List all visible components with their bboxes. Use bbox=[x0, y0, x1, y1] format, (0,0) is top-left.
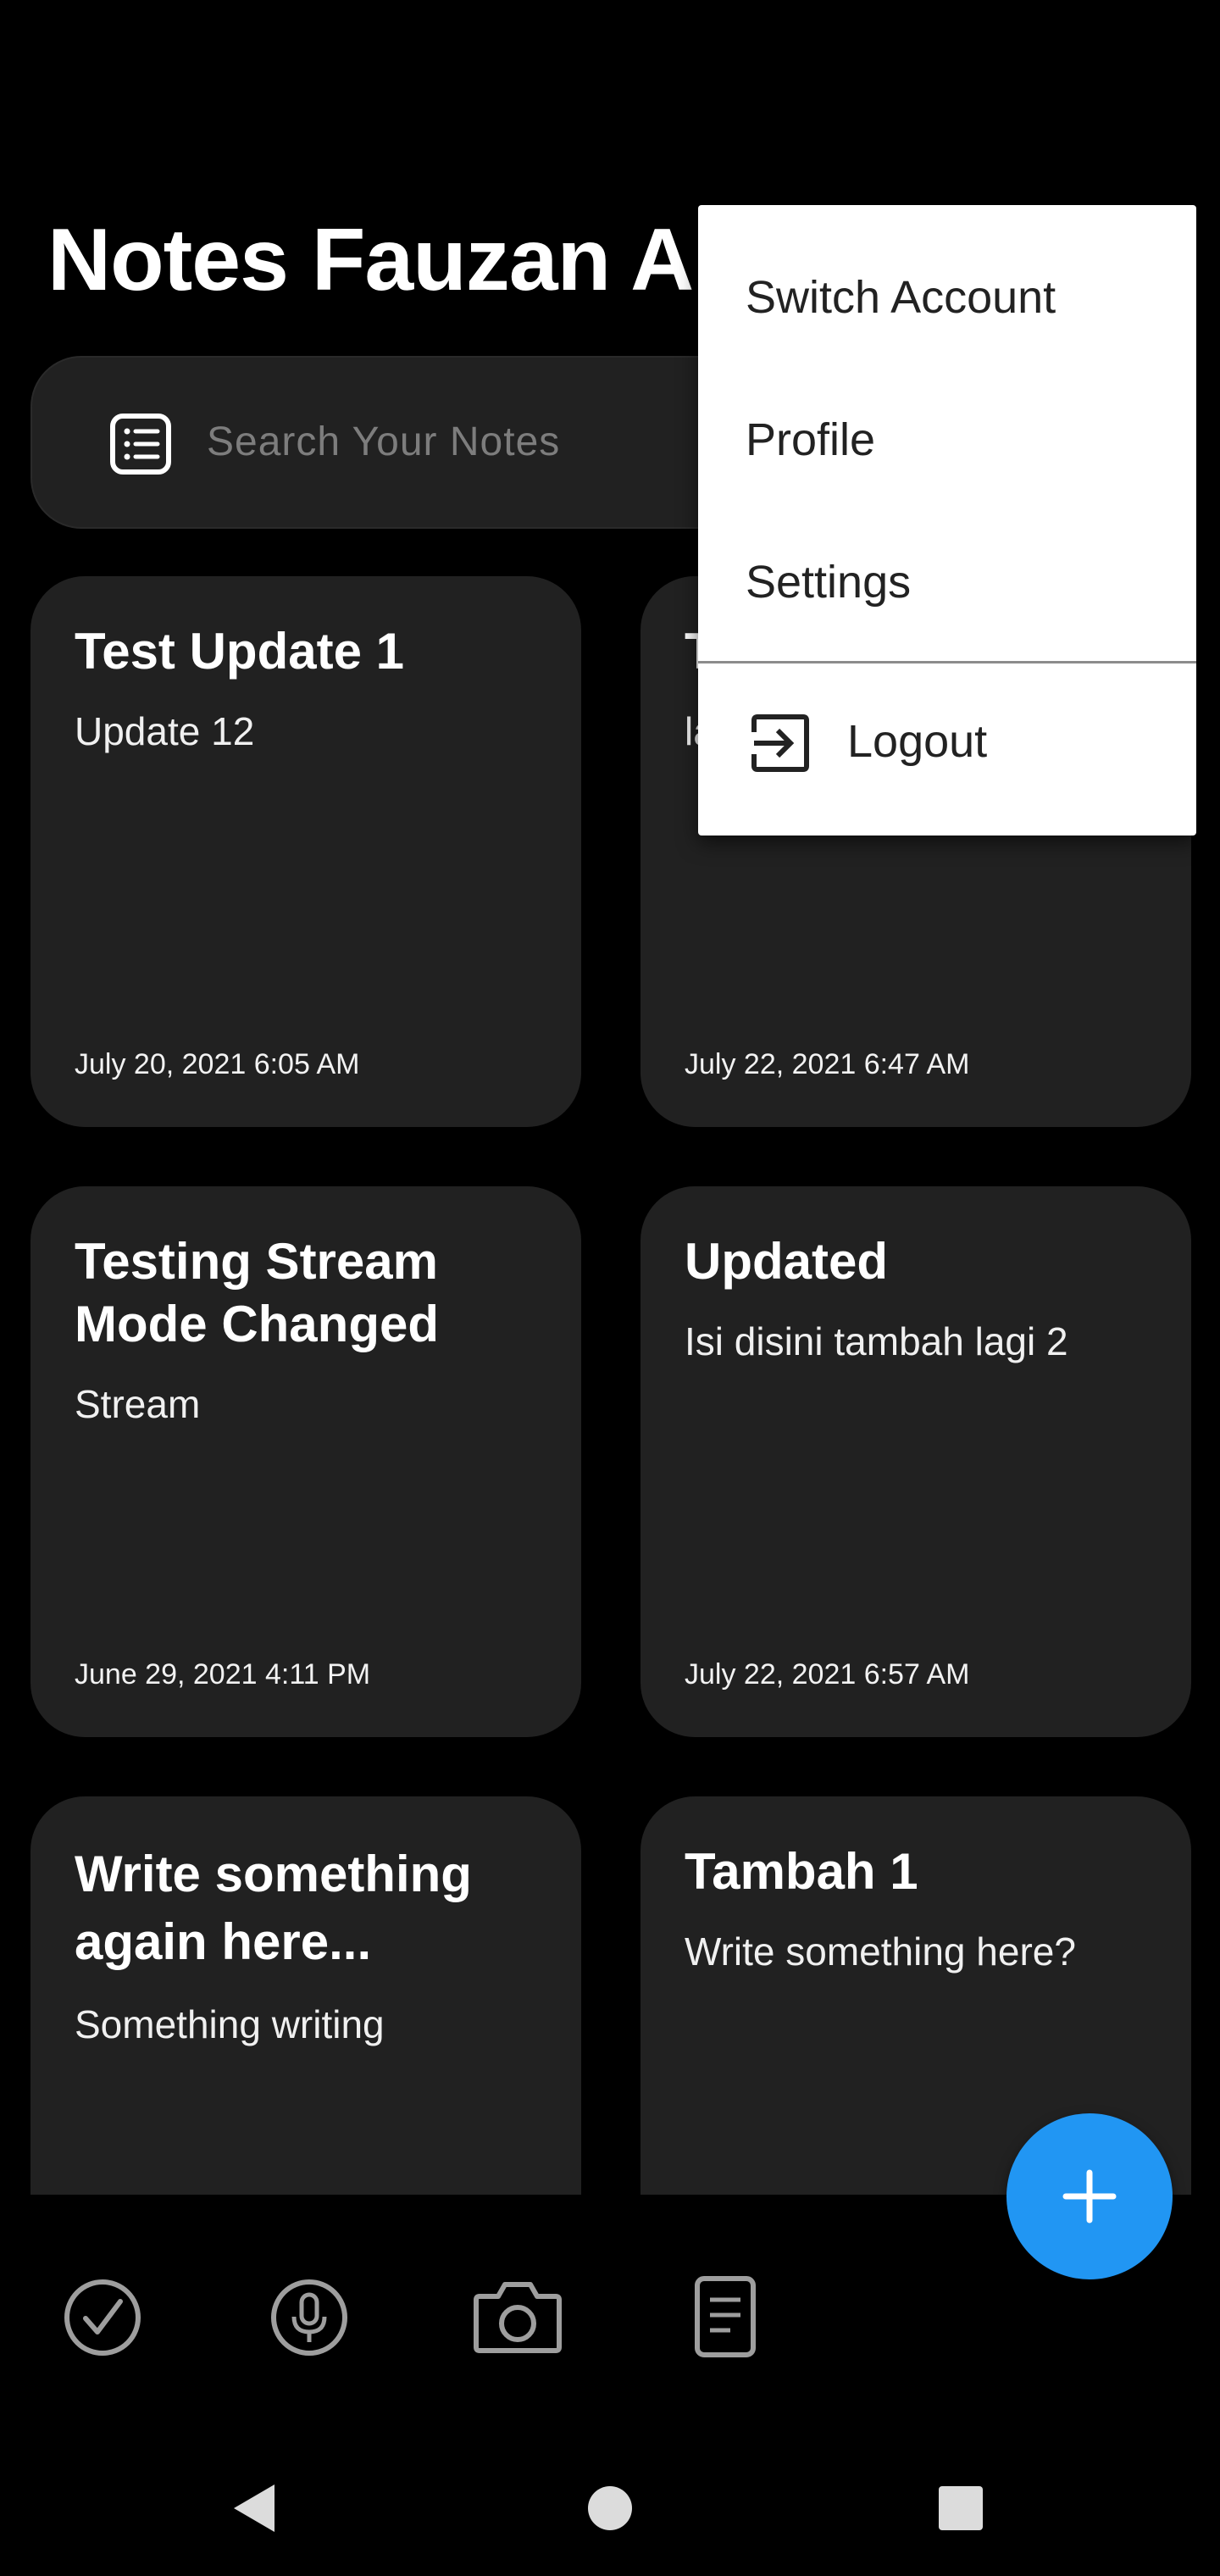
note-body: Something writing bbox=[75, 2002, 385, 2046]
microphone-icon[interactable] bbox=[269, 2278, 349, 2357]
note-body: Isi disini tambah lagi 2 bbox=[685, 1319, 1068, 1363]
note-date: July 22, 2021 6:47 AM bbox=[685, 1048, 970, 1080]
notes-list-icon bbox=[110, 414, 171, 475]
overflow-menu: Switch Account Profile Settings Logout bbox=[698, 205, 1196, 836]
system-nav-bar bbox=[0, 2440, 1220, 2576]
menu-item-logout[interactable]: Logout bbox=[698, 664, 1196, 834]
menu-divider bbox=[698, 661, 1196, 663]
note-date: July 22, 2021 6:57 AM bbox=[685, 1658, 970, 1690]
checklist-icon[interactable] bbox=[63, 2278, 142, 2357]
note-card[interactable]: Test Update 1 Update 12 July 20, 2021 6:… bbox=[30, 576, 581, 1127]
menu-item-profile[interactable]: Profile bbox=[746, 414, 875, 466]
note-title: Testing Stream Mode Changed Stream bbox=[75, 1230, 549, 1429]
camera-icon[interactable] bbox=[471, 2276, 564, 2357]
back-icon[interactable] bbox=[230, 2481, 278, 2535]
note-title: Updated Isi disini tambah lagi 2 bbox=[685, 1230, 1159, 1366]
note-body: Stream bbox=[75, 1382, 201, 1426]
search-input[interactable]: Search Your Notes bbox=[207, 419, 560, 465]
home-icon[interactable] bbox=[586, 2484, 634, 2532]
app-title: Notes Fauzan Al bbox=[47, 211, 718, 309]
plus-icon bbox=[1062, 2169, 1117, 2223]
note-date: June 29, 2021 4:11 PM bbox=[75, 1658, 371, 1690]
document-icon[interactable] bbox=[693, 2274, 757, 2359]
menu-item-settings[interactable]: Settings bbox=[746, 556, 911, 608]
note-date: July 20, 2021 6:05 AM bbox=[75, 1048, 360, 1080]
note-card[interactable]: Testing Stream Mode Changed Stream June … bbox=[30, 1186, 581, 1737]
screen: Notes Fauzan Al Search Your Notes Test U… bbox=[0, 0, 1220, 2576]
note-card[interactable]: Write something again here... Something … bbox=[30, 1796, 581, 2195]
note-title: Tambah 1 Write something here? bbox=[685, 1840, 1159, 1976]
note-card[interactable]: Updated Isi disini tambah lagi 2 July 22… bbox=[640, 1186, 1191, 1737]
note-title: Test Update 1 Update 12 bbox=[75, 620, 549, 756]
note-body: Update 12 bbox=[75, 709, 255, 753]
menu-item-logout-label: Logout bbox=[847, 716, 988, 767]
recents-icon[interactable] bbox=[937, 2484, 984, 2532]
logout-icon bbox=[751, 714, 809, 772]
add-note-button[interactable] bbox=[1006, 2113, 1173, 2279]
menu-item-switch-account[interactable]: Switch Account bbox=[746, 271, 1056, 324]
note-title: Write something again here... Something … bbox=[75, 1840, 549, 2049]
note-body: Write something here? bbox=[685, 1929, 1076, 1974]
